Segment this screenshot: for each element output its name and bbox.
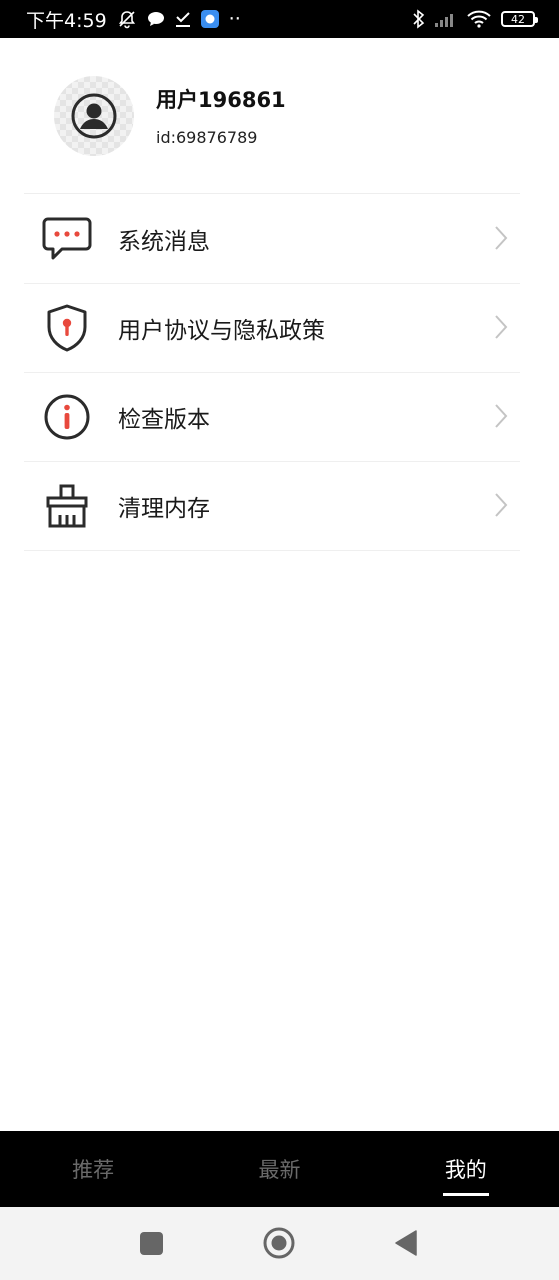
status-bar: 下午4:59 ·· 42 — [0, 0, 559, 38]
signal-icon — [435, 11, 457, 27]
chevron-right-icon — [494, 314, 508, 344]
menu-item-label: 系统消息 — [118, 229, 210, 255]
tab-label: 最新 — [258, 1158, 301, 1182]
profile-header[interactable]: 用户196861 id:69876789 — [24, 38, 520, 194]
back-button[interactable] — [395, 1230, 417, 1256]
home-button[interactable] — [263, 1227, 295, 1259]
menu-item-label: 用户协议与隐私政策 — [118, 318, 325, 344]
active-tab-indicator — [442, 1193, 489, 1196]
tab-label: 我的 — [444, 1158, 487, 1182]
user-name: 用户196861 — [156, 88, 286, 112]
tab-recommended[interactable]: 推荐 — [0, 1131, 186, 1207]
menu-item-label: 清理内存 — [118, 496, 210, 522]
menu-item-clear-cache[interactable]: 清理内存 — [24, 462, 520, 551]
user-avatar-icon — [71, 93, 117, 138]
tab-label: 推荐 — [72, 1158, 115, 1182]
recents-button[interactable] — [140, 1232, 163, 1255]
square-icon — [140, 1232, 163, 1255]
circle-home-icon — [263, 1227, 295, 1259]
broom-icon — [41, 480, 93, 532]
user-id: id:69876789 — [156, 128, 258, 147]
menu-item-label: 检查版本 — [118, 407, 210, 433]
chat-bubble-icon — [147, 11, 165, 27]
more-notifications-dots: ·· — [228, 8, 241, 30]
info-icon — [41, 391, 93, 443]
profile-text: 用户196861 id:69876789 — [156, 84, 286, 147]
chevron-right-icon — [494, 225, 508, 255]
settings-menu: 系统消息 用户协议与隐私政策 检查版本 清理内存 — [24, 195, 520, 551]
status-time: 下午4:59 — [26, 9, 107, 32]
bottom-tab-bar: 推荐 最新 我的 — [0, 1131, 559, 1207]
chevron-right-icon — [494, 403, 508, 433]
tab-mine[interactable]: 我的 — [373, 1131, 559, 1207]
triangle-back-icon — [395, 1230, 417, 1256]
status-left: 下午4:59 ·· — [26, 6, 241, 33]
bluetooth-icon — [413, 9, 425, 29]
avatar[interactable] — [54, 75, 134, 156]
status-right: 42 — [413, 9, 538, 29]
shield-icon — [41, 302, 93, 354]
menu-item-check-version[interactable]: 检查版本 — [24, 373, 520, 462]
menu-item-system-messages[interactable]: 系统消息 — [24, 195, 520, 284]
wifi-icon — [467, 10, 491, 28]
chevron-right-icon — [494, 492, 508, 522]
battery-indicator: 42 — [501, 11, 538, 27]
system-nav-bar — [0, 1207, 559, 1280]
message-icon — [41, 213, 93, 265]
download-done-icon — [175, 10, 191, 28]
tab-latest[interactable]: 最新 — [186, 1131, 372, 1207]
mute-bell-icon — [117, 9, 137, 29]
menu-item-user-agreement[interactable]: 用户协议与隐私政策 — [24, 284, 520, 373]
app-notification-icon — [200, 10, 219, 28]
